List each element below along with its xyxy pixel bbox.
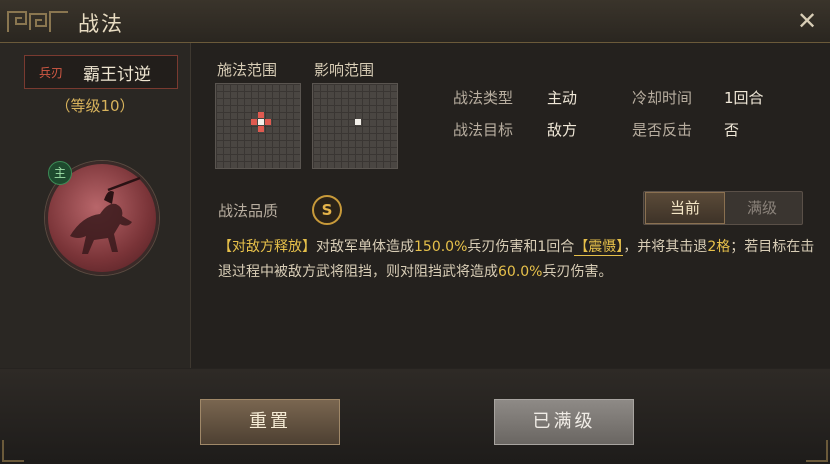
title-bar: 战法 ✕ bbox=[0, 0, 830, 43]
skill-summary-panel: 兵刃 霸王讨逆 （等级10） 主 bbox=[0, 43, 191, 368]
cast-origin-cell bbox=[258, 119, 264, 125]
cooldown-label: 冷却时间 bbox=[632, 89, 693, 107]
effect-range-label: 影响范围 bbox=[314, 61, 375, 79]
window-title: 战法 bbox=[78, 12, 124, 36]
cast-range-cell bbox=[258, 126, 264, 132]
desc-blocker-damage-rate: 60.0% bbox=[498, 264, 543, 280]
desc-knockback-distance: 2格 bbox=[707, 239, 731, 255]
skill-quality-badge: S bbox=[312, 195, 342, 225]
skill-detail-panel: 施法范围 影响范围 战法类型 主动 冷却时间 1回合 战法目标 敌方 是否反击 … bbox=[191, 43, 830, 368]
desc-damage-rate: 150.0% bbox=[414, 239, 468, 255]
desc-text: 兵刃伤害和1回合 bbox=[467, 239, 575, 255]
close-icon[interactable]: ✕ bbox=[792, 6, 822, 36]
cast-range-cell bbox=[258, 112, 264, 118]
skill-target-value: 敌方 bbox=[547, 121, 578, 139]
desc-status-link[interactable]: 【震慑】 bbox=[574, 239, 624, 256]
reset-button[interactable]: 重置 bbox=[200, 399, 340, 445]
cast-range-grid bbox=[215, 83, 301, 169]
desc-text: 兵刃伤害。 bbox=[542, 264, 613, 280]
toggle-current-tab[interactable]: 当前 bbox=[645, 192, 725, 224]
skill-name: 霸王讨逆 bbox=[83, 65, 151, 85]
cast-range-cell bbox=[265, 119, 271, 125]
cast-range-cell bbox=[251, 119, 257, 125]
toggle-max-tab[interactable]: 满级 bbox=[723, 192, 801, 224]
desc-text: 对敌军单体造成 bbox=[316, 239, 414, 255]
counterattack-value: 否 bbox=[724, 121, 740, 139]
skill-level: （等级10） bbox=[55, 97, 135, 115]
corner-ornament bbox=[806, 440, 828, 462]
skill-window: 战法 ✕ 兵刃 霸王讨逆 （等级10） 主 施法范围 影响范围 战法类型 主动 … bbox=[0, 0, 830, 464]
effect-range-grid bbox=[312, 83, 398, 169]
skill-damage-type-tag: 兵刃 bbox=[39, 66, 64, 80]
skill-type-value: 主动 bbox=[547, 89, 578, 107]
effect-target-cell bbox=[355, 119, 361, 125]
corner-ornament bbox=[2, 440, 24, 462]
cast-range-label: 施法范围 bbox=[217, 61, 278, 79]
maxed-button[interactable]: 已满级 bbox=[494, 399, 634, 445]
skill-quality-label: 战法品质 bbox=[218, 202, 279, 220]
cooldown-value: 1回合 bbox=[724, 89, 764, 107]
action-bar: 重置 已满级 bbox=[0, 369, 830, 464]
title-ornament-icon bbox=[7, 11, 68, 32]
skill-name-box: 兵刃 霸王讨逆 bbox=[24, 55, 178, 89]
desc-target-tag: 【对敌方释放】 bbox=[218, 239, 316, 255]
desc-text: ，并将其击退 bbox=[623, 239, 708, 255]
skill-type-label: 战法类型 bbox=[453, 89, 514, 107]
main-skill-badge: 主 bbox=[48, 161, 72, 185]
level-toggle: 当前 满级 bbox=[643, 191, 803, 225]
counterattack-label: 是否反击 bbox=[632, 121, 693, 139]
skill-description: 【对敌方释放】对敌军单体造成150.0%兵刃伤害和1回合【震慑】，并将其击退2格… bbox=[218, 235, 818, 285]
skill-target-label: 战法目标 bbox=[453, 121, 514, 139]
